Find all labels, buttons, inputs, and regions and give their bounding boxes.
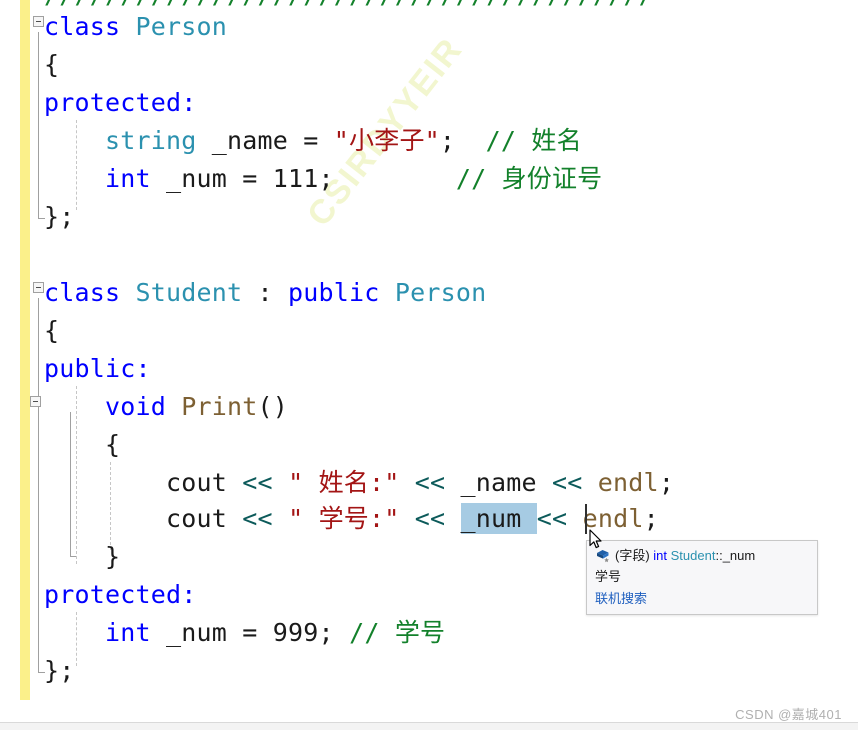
code-token: _name = (196, 126, 334, 155)
tooltip-return-type: int (653, 548, 668, 563)
code-token: { (44, 316, 60, 345)
tooltip-member-name: ::_num (715, 548, 756, 563)
code-token: public: (44, 354, 151, 383)
change-margin-bar (20, 0, 30, 700)
code-line[interactable]: class Student : public Person (44, 280, 486, 306)
code-token: // 学号 (349, 618, 446, 647)
code-token: << (414, 504, 446, 533)
code-line[interactable]: string _name = "小李子"; // 姓名 (44, 128, 582, 154)
collapse-toggle-person[interactable] (33, 16, 44, 27)
tooltip-online-search-link[interactable]: 联机搜索 (595, 589, 809, 608)
code-line[interactable]: { (44, 432, 120, 458)
code-line[interactable]: protected: (44, 90, 197, 116)
code-token: cout (44, 504, 243, 533)
code-line[interactable]: } (44, 544, 120, 570)
code-token: Student (135, 278, 243, 307)
collapse-toggle-print[interactable] (30, 396, 41, 407)
code-token: endl (582, 504, 644, 533)
code-token: string (105, 126, 197, 155)
code-token: } (44, 542, 121, 571)
code-line[interactable]: { (44, 318, 59, 344)
selected-token[interactable]: _num (460, 503, 537, 534)
tooltip-signature-row: (字段) int Student::_num (595, 546, 809, 565)
code-token: << (536, 504, 568, 533)
code-token: int (105, 618, 151, 647)
quick-info-tooltip: (字段) int Student::_num 学号 联机搜索 (586, 540, 818, 615)
code-token: protected: (44, 580, 197, 609)
outline-guide-student (38, 298, 39, 672)
code-token: { (44, 430, 121, 459)
code-token: void (105, 392, 182, 421)
code-token: _num = 111; (150, 164, 456, 193)
tooltip-kind: (字段) (615, 548, 654, 563)
code-token: << (414, 468, 446, 497)
code-token: << (242, 504, 273, 533)
code-token: ; (658, 468, 675, 497)
csdn-watermark: CSDN @嘉城401 (735, 707, 842, 722)
code-token: () (257, 392, 289, 421)
code-token: << (552, 468, 583, 497)
code-line[interactable]: class Person (44, 14, 227, 40)
tooltip-description: 学号 (595, 569, 622, 584)
code-token: Person (135, 12, 228, 41)
code-token: class (44, 12, 136, 41)
code-token: }; (44, 202, 75, 231)
code-line[interactable]: int _num = 999; // 学号 (44, 620, 445, 646)
code-token: "小李子" (333, 126, 440, 155)
code-token: _num = 999; (150, 618, 350, 647)
code-token: // 姓名 (485, 126, 582, 155)
code-token: int (105, 164, 151, 193)
code-token: cout (44, 468, 243, 497)
code-line[interactable]: void Print() (44, 394, 288, 420)
code-line[interactable]: }; (44, 658, 75, 684)
code-token: // 身份证号 (455, 164, 603, 193)
code-editor[interactable]: ////////////////////////////////////////… (0, 0, 858, 722)
code-token: << (242, 468, 273, 497)
field-icon (595, 548, 612, 563)
text-caret (585, 504, 587, 534)
outline-guide-person (38, 32, 39, 218)
code-token: public (288, 278, 395, 307)
code-line[interactable]: { (44, 52, 59, 78)
margin-edge (30, 0, 32, 700)
code-token: ; (643, 504, 659, 533)
code-token: class (44, 278, 136, 307)
code-token: _name (445, 468, 553, 497)
code-token: protected: (44, 88, 197, 117)
tooltip-signature: (字段) int Student::_num (615, 546, 755, 565)
code-token: ; (439, 126, 486, 155)
code-line[interactable]: protected: (44, 582, 197, 608)
code-token: endl (597, 468, 659, 497)
code-token: Person (394, 278, 487, 307)
code-token: Print (181, 392, 258, 421)
code-token: { (44, 50, 60, 79)
bottom-strip (0, 723, 858, 730)
code-line[interactable]: cout << " 姓名:" << _name << endl; (44, 470, 674, 496)
collapse-toggle-student[interactable] (33, 282, 44, 293)
clipped-comment-line: //////////////////////////////////////// (44, 0, 654, 8)
code-line[interactable]: }; (44, 204, 75, 230)
code-token: " 学号:" (288, 504, 400, 533)
code-token: : (242, 278, 289, 307)
code-token: }; (44, 656, 75, 685)
code-line[interactable]: int _num = 111; // 身份证号 (44, 166, 602, 192)
code-token: " 姓名:" (288, 468, 400, 497)
code-line[interactable]: public: (44, 356, 151, 382)
tooltip-owner-class: Student (670, 548, 716, 563)
code-line[interactable]: cout << " 学号:" << _num << endl; (44, 503, 659, 534)
